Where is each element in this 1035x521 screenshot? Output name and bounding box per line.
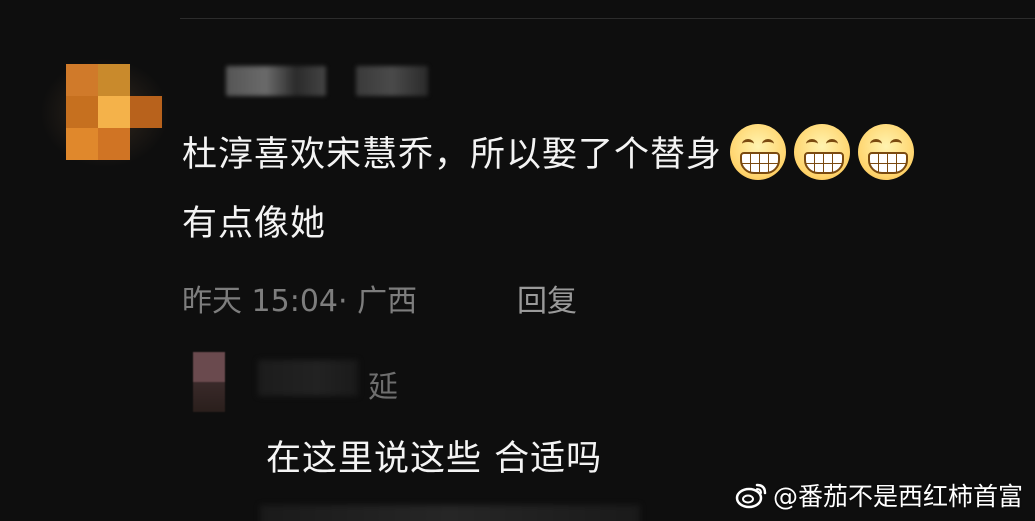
- watermark-text: @番茄不是西红柿首富: [772, 482, 1023, 511]
- comment-text-line2: 有点像她: [182, 204, 327, 244]
- weibo-icon: [735, 483, 767, 509]
- comment-text-line1: 杜淳喜欢宋慧乔，所以娶了个替身: [182, 124, 915, 184]
- avatar[interactable]: [66, 64, 162, 160]
- sub-username-blurred[interactable]: [258, 360, 358, 396]
- reply-button[interactable]: 回复: [517, 276, 577, 320]
- username-blurred[interactable]: [226, 66, 326, 96]
- divider: [180, 18, 1035, 19]
- username-blurred-2: [356, 66, 428, 96]
- grinning-face-icon: [730, 124, 787, 180]
- comment-meta: 昨天 15:04· 广西: [182, 284, 418, 319]
- grinning-face-icon: [858, 124, 915, 180]
- watermark: @番茄不是西红柿首富: [735, 477, 1023, 513]
- sub-avatar[interactable]: [193, 352, 225, 412]
- sub-reply-text: 在这里说这些 合适吗: [266, 439, 603, 479]
- comment-screen: 杜淳喜欢宋慧乔，所以娶了个替身 有点像她 昨天 15:04· 广西 回复 延 在…: [0, 0, 1035, 521]
- sub-username[interactable]: 延: [368, 362, 398, 406]
- grinning-face-icon: [794, 124, 851, 180]
- comment-text: 杜淳喜欢宋慧乔，所以娶了个替身: [182, 135, 723, 175]
- next-item-blurred: [260, 505, 640, 521]
